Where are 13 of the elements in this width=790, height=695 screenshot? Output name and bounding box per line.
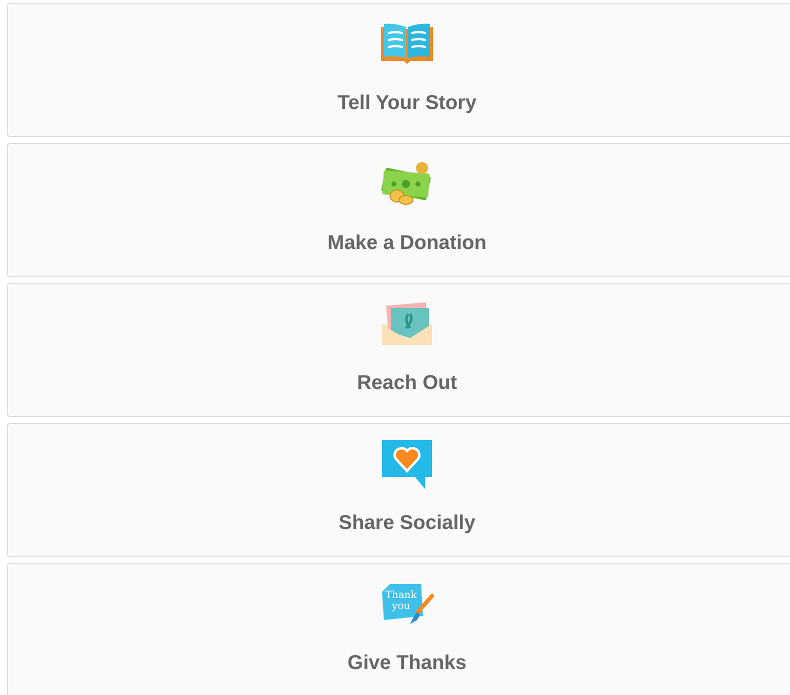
book-icon [379, 23, 435, 65]
card-label: Give Thanks [348, 651, 466, 676]
envelope-icon [379, 302, 435, 346]
action-card[interactable]: Tell Your Story [7, 3, 790, 137]
action-card[interactable]: Share Socially [7, 423, 790, 557]
action-card[interactable]: Reach Out [7, 283, 790, 417]
card-label: Tell Your Story [338, 91, 476, 116]
card-label: Make a Donation [328, 231, 486, 256]
card-label: Share Socially [338, 511, 476, 536]
speech-bubble-heart-icon [379, 437, 435, 491]
card-label: Reach Out [356, 371, 458, 396]
action-card[interactable]: Make a Donation [7, 143, 790, 277]
action-card[interactable]: Thank you Give Thanks [7, 563, 790, 695]
